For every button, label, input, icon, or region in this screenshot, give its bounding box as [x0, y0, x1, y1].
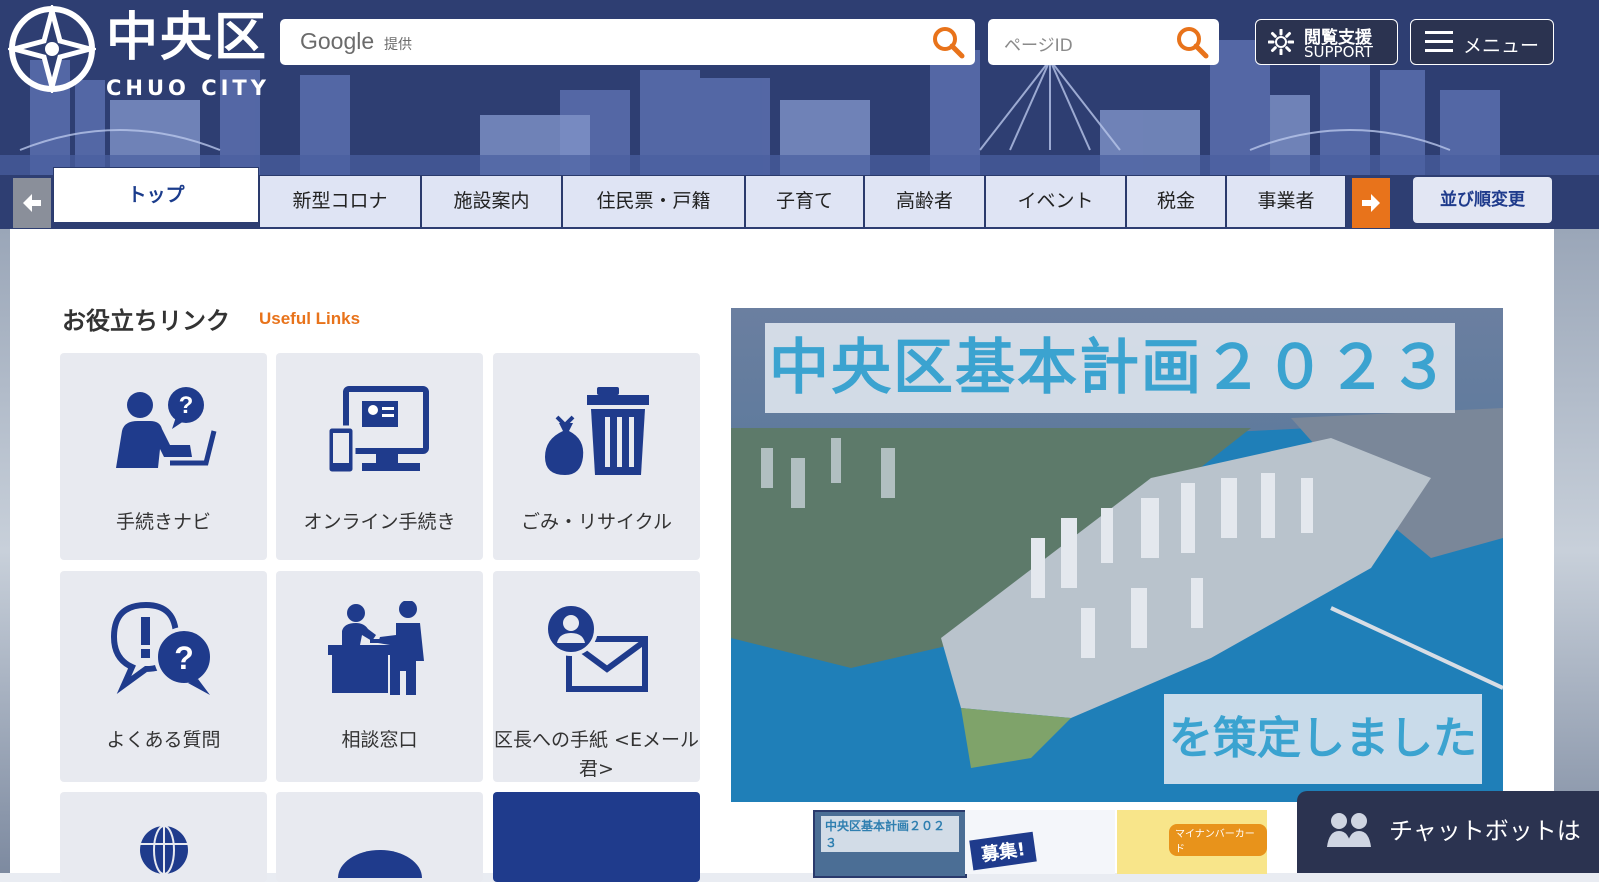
monitor-phone-icon [326, 386, 429, 475]
consultation-desk-icon [328, 601, 424, 695]
svg-text:?: ? [174, 640, 194, 676]
background-right-edge [1554, 229, 1599, 873]
site-header: 中央区 CHUO CITY Google 提供 ページID 閲覧支援 SUPPO… [0, 0, 1599, 175]
page-id-placeholder: ページID [1004, 36, 1073, 56]
link-tile-garbage-recycling[interactable]: ごみ・リサイクル [493, 353, 700, 560]
circle-icon [338, 850, 422, 878]
useful-links-subtitle: Useful Links [259, 309, 361, 328]
link-tile-procedure-navi[interactable]: ? 手続きナビ [60, 353, 267, 560]
tab-events[interactable]: イベント [985, 175, 1126, 227]
hero-banner[interactable]: 中央区基本計画２０２３ を策定しました [731, 308, 1503, 802]
link-tile-faq[interactable]: ? よくある質問 [60, 571, 267, 782]
tabs-next-arrow-icon[interactable] [1352, 178, 1390, 228]
logo-text-english[interactable]: CHUO CITY [106, 76, 270, 100]
chatbot-launcher[interactable]: チャットボットは [1297, 791, 1599, 873]
tile-label: オンライン手続き [303, 511, 456, 533]
tile-label: 手続きナビ [115, 511, 211, 533]
faq-bubbles-icon: ? [110, 601, 214, 695]
page-id-search-icon[interactable] [1175, 25, 1209, 59]
tab-residence-records[interactable]: 住民票・戸籍 [562, 175, 745, 227]
tabs-prev-arrow-icon[interactable] [13, 178, 51, 228]
link-tile-online-procedures[interactable]: オンライン手続き [276, 353, 483, 560]
google-provided-label: 提供 [384, 37, 412, 53]
chatbot-staff-icon [1327, 813, 1371, 847]
logo-text-japanese[interactable]: 中央区 [106, 4, 268, 72]
useful-links-title: お役立ちリンク [62, 307, 230, 335]
category-tab-bar: トップ 新型コロナ 施設案内 住民票・戸籍 子育て 高齢者 イベント 税金 事業… [0, 167, 1599, 229]
tile-label: ごみ・リサイクル [520, 511, 673, 533]
hamburger-icon [1425, 31, 1453, 52]
globe-icon [140, 825, 188, 875]
tab-covid[interactable]: 新型コロナ [259, 175, 421, 227]
banner-thumbnail-2[interactable]: 募集! [965, 810, 1115, 874]
link-tile-consultation[interactable]: 相談窓口 [276, 571, 483, 782]
mail-person-icon [544, 602, 648, 692]
tab-elderly[interactable]: 高齢者 [864, 175, 985, 227]
main-content: お役立ちリンク Useful Links ? 手続きナビ オンライン手続き ごみ… [0, 229, 1599, 882]
page-id-input[interactable]: ページID [988, 19, 1219, 65]
link-tile-featured[interactable] [493, 792, 700, 882]
banner-thumbnail-1[interactable]: 中央区基本計画２０２３ [813, 810, 967, 878]
tile-label: よくある質問 [106, 729, 221, 751]
person-question-laptop-icon: ? [116, 387, 217, 468]
link-tile-letter-to-mayor[interactable]: 区長への手紙 <Eメール君> [493, 571, 700, 782]
tab-top[interactable]: トップ [53, 167, 259, 222]
support-label-en: SUPPORT [1304, 43, 1373, 61]
trash-bin-icon [545, 387, 649, 475]
svg-text:?: ? [179, 392, 194, 419]
banner-thumbnail-3[interactable]: マイナンバーカード [1117, 810, 1267, 874]
banner-subtitle: を策定しました [1164, 694, 1482, 784]
menu-label: メニュー [1463, 35, 1540, 57]
link-tile-international[interactable] [60, 792, 267, 882]
accessibility-support-button[interactable]: 閲覧支援 SUPPORT [1255, 19, 1398, 65]
tab-business[interactable]: 事業者 [1226, 175, 1346, 227]
thumbnail-mynumber-text: マイナンバーカード [1169, 824, 1267, 856]
search-icon[interactable] [931, 25, 965, 59]
tab-childcare[interactable]: 子育て [745, 175, 864, 227]
site-search-input[interactable]: Google 提供 [280, 19, 975, 65]
thumbnail-recruit-text: 募集! [969, 831, 1037, 871]
tab-facilities[interactable]: 施設案内 [421, 175, 562, 227]
thumbnail-title: 中央区基本計画２０２３ [821, 816, 959, 852]
gear-icon [1268, 29, 1294, 55]
chatbot-label: チャットボットは [1389, 817, 1581, 845]
link-tile-more[interactable] [276, 792, 483, 882]
tab-taxes[interactable]: 税金 [1126, 175, 1226, 227]
banner-title: 中央区基本計画２０２３ [765, 323, 1455, 413]
tile-label: 相談窓口 [341, 729, 418, 751]
google-wordmark: Google [300, 28, 375, 54]
chuo-city-logo-icon[interactable] [8, 5, 96, 93]
sort-order-button[interactable]: 並び順変更 [1413, 177, 1552, 223]
tile-label: 区長への手紙 <Eメール君> [494, 729, 699, 780]
menu-button[interactable]: メニュー [1410, 19, 1554, 65]
